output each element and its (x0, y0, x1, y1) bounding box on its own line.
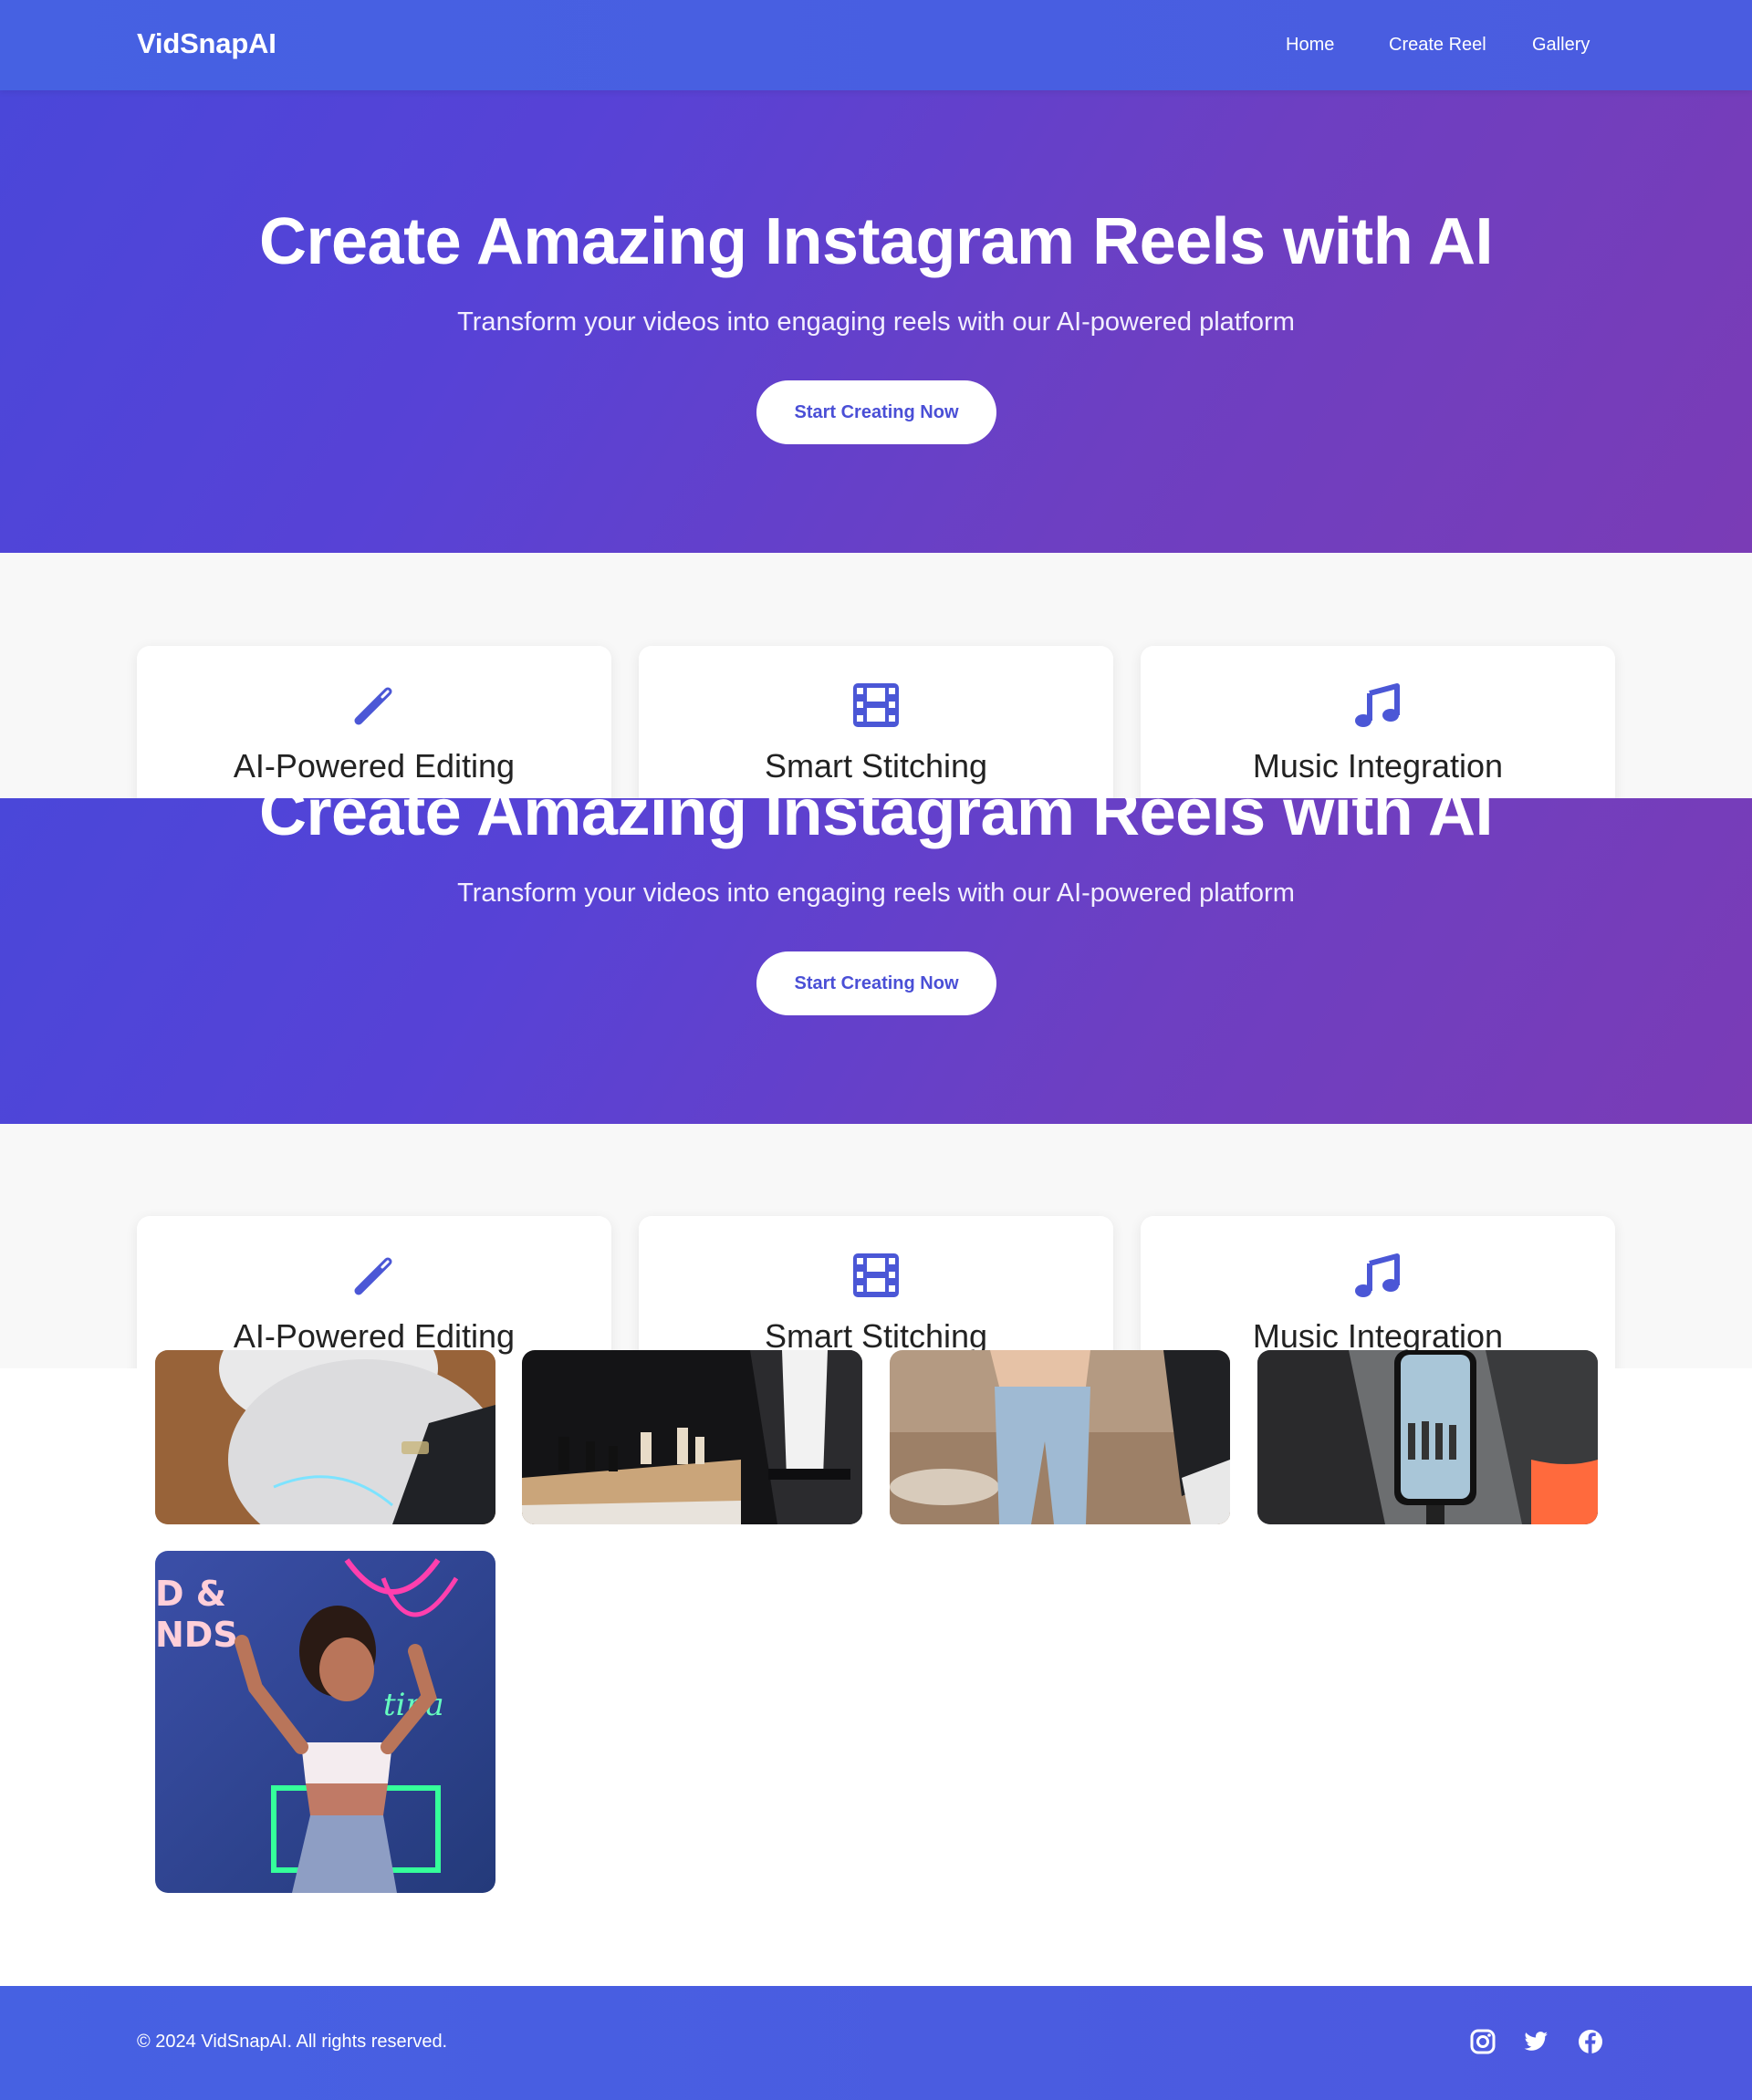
gallery-item-robot[interactable] (155, 1350, 495, 1524)
magic-wand-icon (354, 687, 392, 725)
nav-link-home[interactable]: Home (1286, 35, 1334, 56)
music-note-icon (1355, 1253, 1400, 1297)
gallery-item-jeans[interactable] (890, 1350, 1230, 1524)
hero-title: Create Amazing Instagram Reels with AI (258, 205, 1494, 278)
hero-section: Create Amazing Instagram Reels with AI T… (0, 90, 1752, 553)
feature-title: Smart Stitching (764, 747, 988, 785)
footer: © 2024 VidSnapAI. All rights reserved. (0, 1986, 1752, 2100)
features-section-repeat: AI-Powered Editing Smart Stitching Music… (0, 1124, 1752, 1368)
hero-subtitle: Transform your videos into engaging reel… (457, 878, 1295, 908)
neon-dancer-photo: tina D & NDS (155, 1551, 495, 1893)
hero-section-repeat: Create Amazing Instagram Reels with AI T… (0, 798, 1752, 1124)
gallery-section: tina D & NDS (0, 1350, 1752, 1986)
gallery-item-phone-recording[interactable] (1257, 1350, 1598, 1524)
nav-link-gallery[interactable]: Gallery (1532, 35, 1590, 56)
gallery-item-chess[interactable] (522, 1350, 862, 1524)
brand-logo[interactable]: VidSnapAI (137, 27, 276, 60)
facebook-icon[interactable] (1577, 2028, 1604, 2055)
chess-photo (522, 1350, 862, 1524)
film-icon (853, 683, 899, 727)
magic-wand-icon (354, 1257, 392, 1295)
features-section: AI-Powered Editing Smart Stitching Music… (0, 553, 1752, 798)
feature-card-smart-stitching: Smart Stitching (639, 1216, 1113, 1368)
nav-link-create-reel[interactable]: Create Reel (1389, 35, 1486, 56)
phone-recording-photo (1257, 1350, 1598, 1524)
feature-card-music: Music Integration (1141, 646, 1615, 798)
feature-card-smart-stitching: Smart Stitching (639, 646, 1113, 798)
jeans-photo (890, 1350, 1230, 1524)
hero-title: Create Amazing Instagram Reels with AI (258, 798, 1494, 849)
feature-card-music: Music Integration (1141, 1216, 1615, 1368)
feature-title: Music Integration (1252, 747, 1504, 785)
robot-photo (155, 1350, 495, 1524)
navbar: VidSnapAI Home Create Reel Gallery (0, 0, 1752, 90)
start-creating-button[interactable]: Start Creating Now (756, 380, 996, 444)
svg-text:D &: D & (155, 1574, 226, 1614)
twitter-icon[interactable] (1522, 2028, 1549, 2055)
film-icon (853, 1253, 899, 1297)
copyright-text: © 2024 VidSnapAI. All rights reserved. (137, 2032, 448, 2052)
instagram-icon[interactable] (1469, 2028, 1496, 2055)
feature-card-ai-editing: AI-Powered Editing (137, 646, 611, 798)
feature-title: AI-Powered Editing (233, 747, 516, 785)
start-creating-button[interactable]: Start Creating Now (756, 951, 996, 1015)
music-note-icon (1355, 683, 1400, 727)
hero-subtitle: Transform your videos into engaging reel… (457, 307, 1295, 337)
svg-text:NDS: NDS (155, 1615, 238, 1655)
gallery-item-neon-dancer[interactable]: tina D & NDS (155, 1551, 495, 1893)
feature-card-ai-editing: AI-Powered Editing (137, 1216, 611, 1368)
